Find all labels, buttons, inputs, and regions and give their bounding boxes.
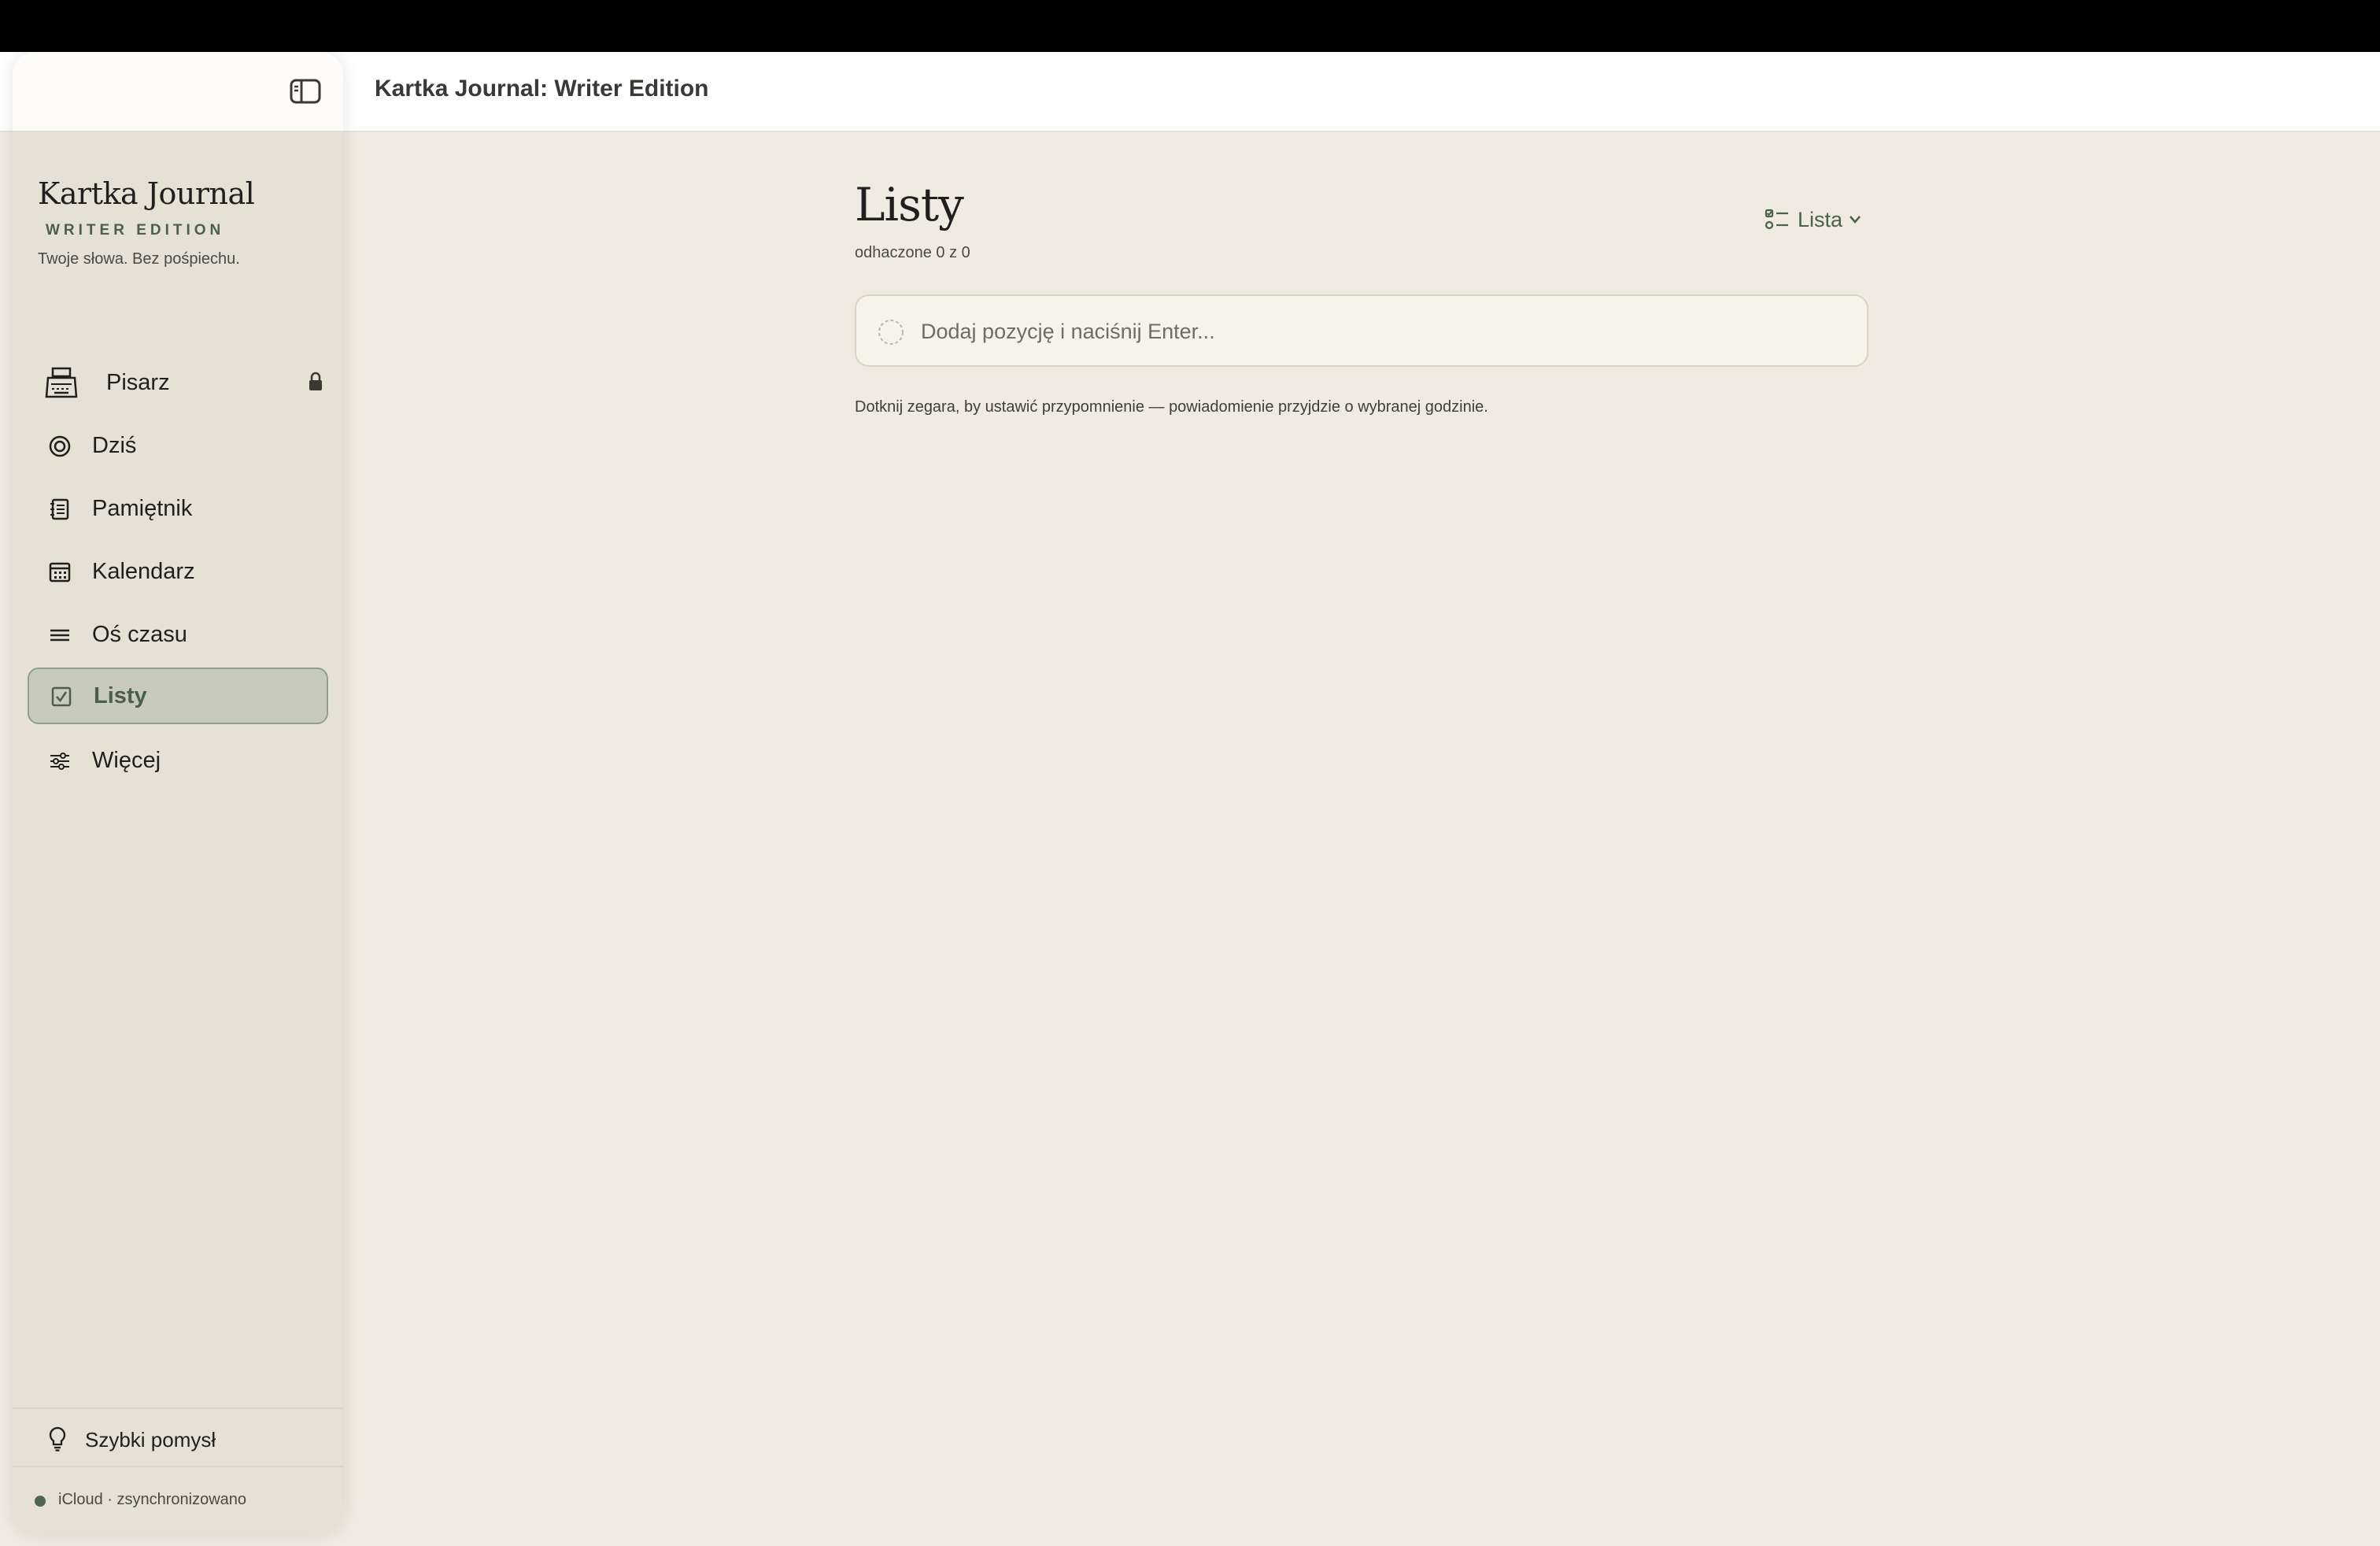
sidebar-toggle-button[interactable]: [290, 79, 321, 104]
chevron-down-icon: [1848, 214, 1862, 225]
sidebar-item-wiecej[interactable]: Więcej: [28, 732, 328, 789]
notebook-icon: [48, 497, 72, 521]
sidebar-item-label: Kalendarz: [92, 559, 195, 584]
sync-status: iCloud · zsynchronizowano: [58, 1491, 247, 1508]
window-title: Kartka Journal: Writer Edition: [375, 76, 709, 102]
sidebar-item-label: Pisarz: [106, 370, 170, 395]
page-title: Listy: [855, 178, 964, 231]
quick-idea-button[interactable]: Szybki pomysł: [33, 1418, 332, 1458]
sidebar-toggle-icon: [290, 79, 321, 104]
checked-counter: odhaczone 0 z 0: [855, 244, 970, 261]
lightbulb-icon: [47, 1426, 68, 1452]
checklist-icon: [50, 685, 73, 708]
list-view-icon: [1765, 208, 1790, 231]
target-icon: [48, 435, 72, 458]
sliders-icon: [48, 749, 72, 773]
view-mode-dropdown[interactable]: Lista: [1763, 202, 1865, 236]
add-item-field[interactable]: [855, 294, 1868, 367]
sidebar-item-label: Więcej: [92, 748, 161, 773]
sidebar-divider: [13, 1407, 343, 1409]
quick-idea-label: Szybki pomysł: [85, 1428, 216, 1452]
sidebar-divider: [13, 1466, 343, 1467]
calendar-icon: [48, 560, 72, 584]
sidebar-item-label: Pamiętnik: [92, 496, 193, 521]
app-window: Kartka Journal: Writer Edition Kartka Jo…: [0, 52, 2380, 1546]
brand-edition: WRITER EDITION: [46, 222, 225, 239]
typewriter-icon: [45, 367, 78, 398]
sidebar-item-listy[interactable]: Listy: [28, 668, 328, 724]
sidebar-item-label: Oś czasu: [92, 622, 187, 647]
sidebar-item-kalendarz[interactable]: Kalendarz: [28, 543, 328, 600]
sidebar-item-dzis[interactable]: Dziś: [28, 417, 328, 474]
title-bar: Kartka Journal: Writer Edition: [0, 52, 2380, 132]
sidebar-item-os-czasu[interactable]: Oś czasu: [28, 606, 328, 663]
timeline-icon: [48, 623, 72, 647]
sync-status-dot: [35, 1496, 46, 1507]
brand-tagline: Twoje słowa. Bez pośpiechu.: [38, 250, 240, 268]
sidebar-item-label: Dziś: [92, 433, 137, 458]
sidebar: Kartka Journal WRITER EDITION Twoje słow…: [13, 52, 343, 1533]
sidebar-item-pisarz[interactable]: Pisarz: [28, 354, 328, 411]
lock-icon: [308, 372, 323, 392]
empty-checkbox-icon: [877, 318, 905, 346]
sidebar-item-pamietnik[interactable]: Pamiętnik: [28, 480, 328, 537]
sidebar-item-label: Listy: [94, 683, 147, 708]
brand-title: Kartka Journal: [38, 176, 255, 211]
add-item-input[interactable]: [921, 312, 1850, 351]
view-mode-label: Lista: [1798, 208, 1843, 231]
sidebar-header: [13, 52, 343, 132]
reminder-hint: Dotknij zegara, by ustawić przypomnienie…: [855, 398, 1488, 416]
